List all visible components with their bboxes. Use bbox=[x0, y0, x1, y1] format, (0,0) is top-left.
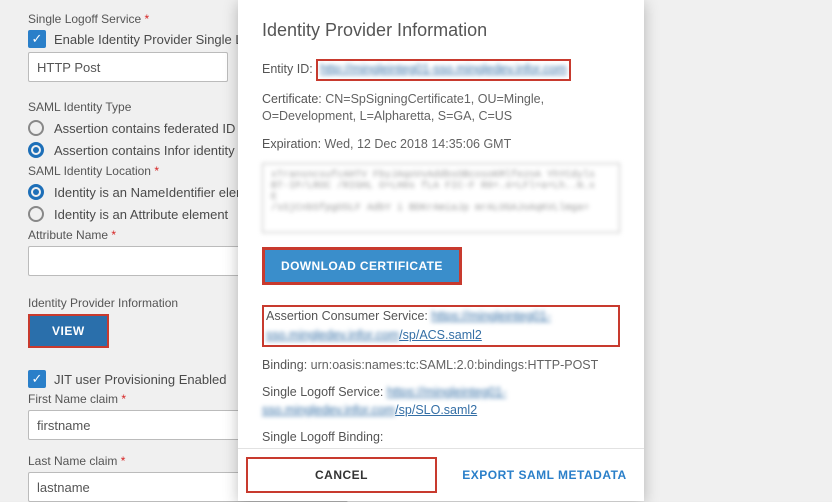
acs-row: Assertion Consumer Service: https://ming… bbox=[262, 305, 620, 347]
export-saml-button[interactable]: EXPORT SAML METADATA bbox=[445, 449, 644, 501]
modal-footer: CANCEL EXPORT SAML METADATA bbox=[238, 448, 644, 501]
check-icon[interactable]: ✓ bbox=[28, 30, 46, 48]
radio-infor-label: Assertion contains Infor identity us bbox=[54, 143, 252, 158]
modal-title: Identity Provider Information bbox=[262, 20, 620, 41]
radio-icon[interactable] bbox=[28, 142, 44, 158]
entity-id-row: Entity ID: http://mingleinteg01-sso.ming… bbox=[262, 59, 620, 81]
view-button[interactable]: VIEW bbox=[30, 316, 107, 346]
slo-row: Single Logoff Service: https://mingleint… bbox=[262, 384, 620, 419]
radio-attribute-label: Identity is an Attribute element bbox=[54, 207, 228, 222]
radio-icon[interactable] bbox=[28, 206, 44, 222]
enable-idp-slo-label: Enable Identity Provider Single Lo bbox=[54, 32, 250, 47]
download-certificate-button[interactable]: DOWNLOAD CERTIFICATE bbox=[262, 247, 462, 285]
slo-binding-row: Single Logoff Binding: urn:oasis:names:t… bbox=[262, 429, 620, 448]
radio-icon[interactable] bbox=[28, 184, 44, 200]
binding-row: Binding: urn:oasis:names:tc:SAML:2.0:bin… bbox=[262, 357, 620, 375]
check-icon[interactable]: ✓ bbox=[28, 370, 46, 388]
cancel-button[interactable]: CANCEL bbox=[248, 459, 435, 491]
radio-federated-label: Assertion contains federated ID fro bbox=[54, 121, 254, 136]
certificate-row: Certificate: CN=SpSigningCertificate1, O… bbox=[262, 91, 620, 126]
expiration-row: Expiration: Wed, 12 Dec 2018 14:35:06 GM… bbox=[262, 136, 620, 154]
radio-icon[interactable] bbox=[28, 120, 44, 136]
http-post-input[interactable] bbox=[28, 52, 228, 82]
jit-enabled-label: JIT user Provisioning Enabled bbox=[54, 372, 226, 387]
certificate-textarea[interactable]: xTransncsufcAHTV FbyJAqoVvAddbsOBcosoKMl… bbox=[262, 163, 620, 233]
radio-nameid-label: Identity is an NameIdentifier eleme bbox=[54, 185, 254, 200]
idp-info-modal: Identity Provider Information Entity ID:… bbox=[238, 0, 644, 501]
entity-id-link[interactable]: http://mingleinteg01-sso.mingledev.infor… bbox=[320, 62, 566, 76]
